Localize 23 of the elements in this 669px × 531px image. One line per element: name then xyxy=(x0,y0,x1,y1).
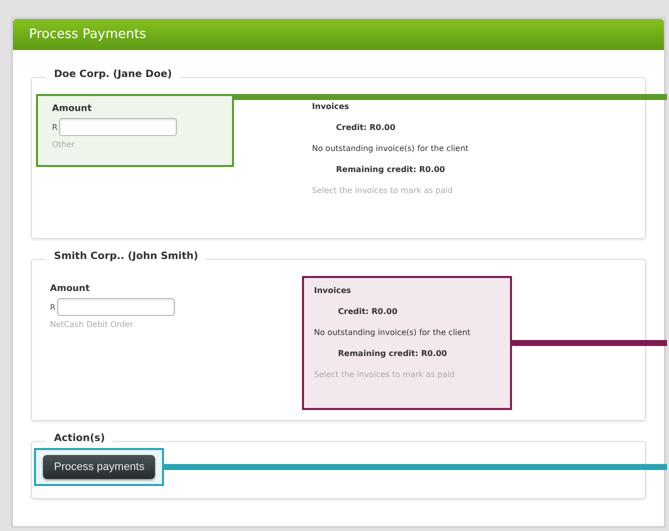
payment-method: NetCash Debit Order xyxy=(50,320,134,329)
remaining-credit: Remaining credit: R0.00 xyxy=(337,349,448,358)
instruction-text: Select the invoices to mark as paid xyxy=(314,370,456,379)
invoice-message: No outstanding invoice(s) for the client xyxy=(314,328,472,337)
actions-label: Action(s) xyxy=(46,433,113,444)
amount-field[interactable] xyxy=(58,118,177,136)
client-name: Smith Corp.. (John Smith) xyxy=(46,251,206,262)
currency-label: R xyxy=(52,122,58,132)
credit-text: Credit: R0.00 xyxy=(337,307,398,316)
invoices-heading: Invoices xyxy=(312,102,350,111)
client-name: Doe Corp. (Jane Doe) xyxy=(46,69,180,80)
instruction-text: Select the invoices to mark as paid xyxy=(312,186,454,195)
currency-label: R xyxy=(50,302,56,312)
page-title: Process Payments xyxy=(13,19,664,50)
process-payments-button[interactable]: Process payments xyxy=(43,455,156,479)
amount-label: Amount xyxy=(52,104,93,114)
amount-field[interactable] xyxy=(56,298,175,316)
payment-method: Other xyxy=(52,140,76,149)
remaining-credit: Remaining credit: R0.00 xyxy=(335,165,446,174)
amount-label: Amount xyxy=(50,284,91,294)
invoice-message: No outstanding invoice(s) for the client xyxy=(312,144,470,153)
credit-text: Credit: R0.00 xyxy=(335,123,396,132)
invoices-heading: Invoices xyxy=(314,286,352,295)
